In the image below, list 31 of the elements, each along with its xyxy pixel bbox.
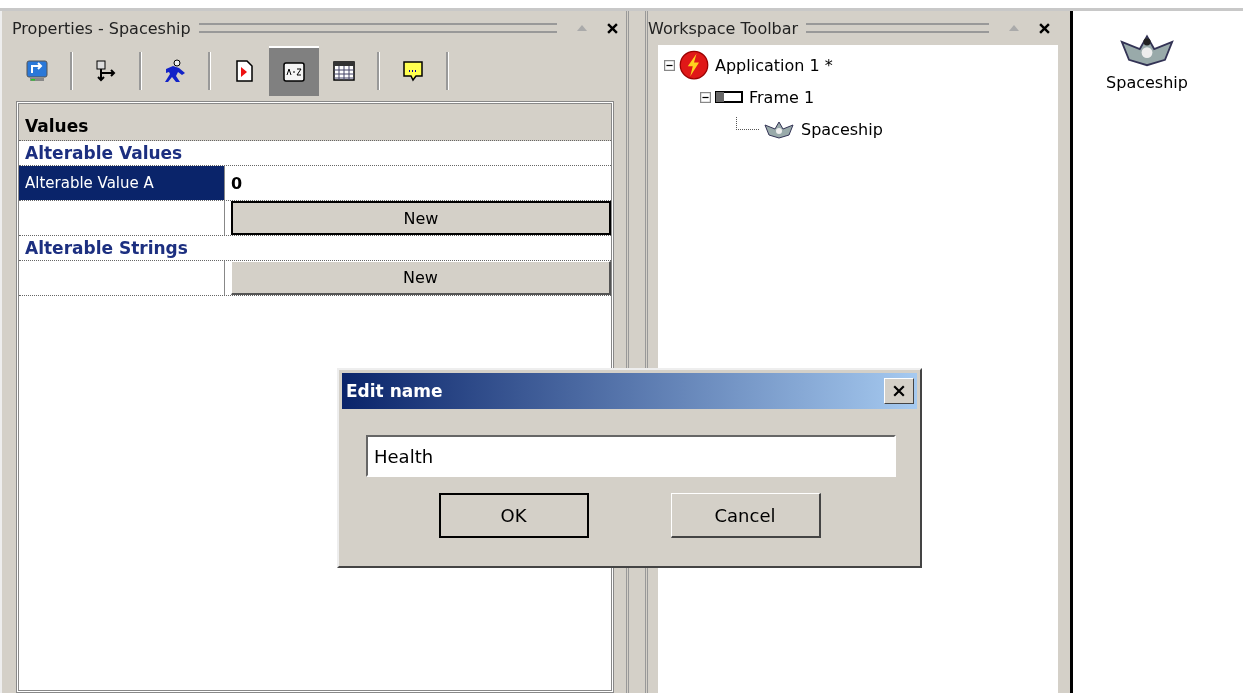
running-figure-icon xyxy=(163,59,187,83)
grid-icon xyxy=(332,59,356,83)
lightning-icon xyxy=(679,50,709,80)
name-input-field[interactable]: Health xyxy=(366,435,896,477)
close-icon xyxy=(893,385,905,397)
close-icon[interactable] xyxy=(607,22,618,34)
ok-button[interactable]: OK xyxy=(438,493,589,538)
object-label: Spaceship xyxy=(1106,73,1188,92)
grid-header: Values xyxy=(19,104,611,141)
tree-item[interactable]: Spaceship xyxy=(799,119,885,139)
frame-icon xyxy=(715,91,743,103)
property-value[interactable]: 0 xyxy=(225,166,611,200)
tree-item[interactable]: Application 1 * xyxy=(713,55,835,75)
tree-item[interactable]: Frame 1 xyxy=(747,87,817,107)
spaceship-icon xyxy=(763,119,795,139)
sort-icon xyxy=(282,60,306,84)
panel-title: Properties - Spaceship xyxy=(12,18,191,38)
new-button[interactable]: New xyxy=(231,201,611,235)
cancel-button[interactable]: Cancel xyxy=(670,493,821,538)
close-icon[interactable] xyxy=(1039,22,1050,34)
new-button[interactable]: New xyxy=(231,261,611,295)
minus-box-icon[interactable] xyxy=(700,91,711,103)
monitor-icon xyxy=(25,59,49,83)
dialog-title: Edit name xyxy=(346,381,443,401)
minus-box-icon[interactable] xyxy=(664,59,675,71)
arrows-icon xyxy=(94,59,118,83)
note-icon xyxy=(401,59,425,83)
close-button[interactable] xyxy=(884,378,914,404)
property-label[interactable]: Alterable Value A xyxy=(19,166,225,200)
sort-tool-button[interactable] xyxy=(269,46,319,96)
panel-title: Workspace Toolbar xyxy=(648,18,799,38)
